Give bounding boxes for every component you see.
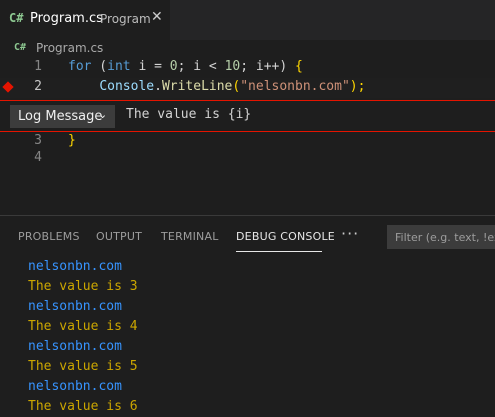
code-line-1[interactable]: 1 for (int i = 0; i < 10; i++) { [0,58,495,78]
csharp-file-icon: C# [9,11,24,25]
number-literal: 10 [224,59,241,74]
close-icon[interactable]: ✕ [151,9,163,25]
tab-problems[interactable]: PROBLEMS [18,230,80,243]
console-line: nelsonbn.com [28,379,122,394]
brace: } [68,133,76,148]
tab-output[interactable]: OUTPUT [96,230,142,243]
log-message-input[interactable]: The value is {i} [126,107,251,122]
more-actions-icon[interactable]: ··· [341,224,359,243]
code-text: } [68,133,76,148]
line-number: 4 [34,150,42,165]
code-token: ; i++) [240,59,296,74]
chevron-down-icon: ⌄ [98,108,108,121]
breadcrumb-file[interactable]: Program.cs [36,41,103,55]
code-editor[interactable]: 1 for (int i = 0; i < 10; i++) { 2 Conso… [0,58,495,215]
console-line: The value is 5 [28,359,138,374]
code-text: Console.WriteLine("nelsonbn.com"); [68,79,365,94]
code-line-2[interactable]: 2 Console.WriteLine("nelsonbn.com"); [0,78,495,98]
breakpoint-widget: Log Message ⌄ The value is {i} [0,100,495,132]
active-tab-underline [236,251,322,252]
number-literal: 0 [169,59,178,74]
console-line: The value is 4 [28,319,138,334]
debug-console-output: nelsonbn.com The value is 3 nelsonbn.com… [28,257,138,417]
breadcrumb: C# Program.cs [0,40,495,58]
console-line: nelsonbn.com [28,299,122,314]
filter-input[interactable]: Filter (e.g. text, !exclude) [387,225,495,249]
code-token: . [154,79,162,94]
bottom-panel: PROBLEMS OUTPUT TERMINAL DEBUG CONSOLE ·… [0,215,495,416]
console-line: nelsonbn.com [28,339,122,354]
method-name: WriteLine [161,79,233,94]
code-token: ; i < [177,59,225,74]
console-line: nelsonbn.com [28,259,122,274]
csharp-file-icon: C# [14,42,27,53]
tab-program-cs[interactable]: C# Program.cs Program ✕ [0,0,170,40]
code-text: for (int i = 0; i < 10; i++) { [68,59,303,74]
line-number: 3 [34,133,42,148]
string-literal: "nelsonbn.com" [240,79,350,94]
brace: { [295,59,303,74]
code-token: ( [91,59,108,74]
tab-debug-console[interactable]: DEBUG CONSOLE [236,230,335,243]
breakpoint-type-select[interactable]: Log Message ⌄ [10,105,115,128]
editor-tab-bar: C# Program.cs Program ✕ [0,0,495,40]
console-line: The value is 3 [28,279,138,294]
filter-placeholder: Filter (e.g. text, !exclude) [395,231,495,244]
tab-description: Program [100,12,151,26]
keyword-for: for [68,59,92,74]
console-line: The value is 6 [28,399,138,414]
code-token: i = [130,59,170,74]
class-name: Console [99,79,155,94]
line-number: 2 [34,79,42,94]
code-line-4[interactable]: 4 [0,149,495,169]
keyword-int: int [107,59,131,74]
tab-title: Program.cs [30,11,103,26]
breakpoint-type-label: Log Message [18,109,103,124]
line-number: 1 [34,59,42,74]
tab-terminal[interactable]: TERMINAL [161,230,219,243]
paren: ); [349,79,366,94]
